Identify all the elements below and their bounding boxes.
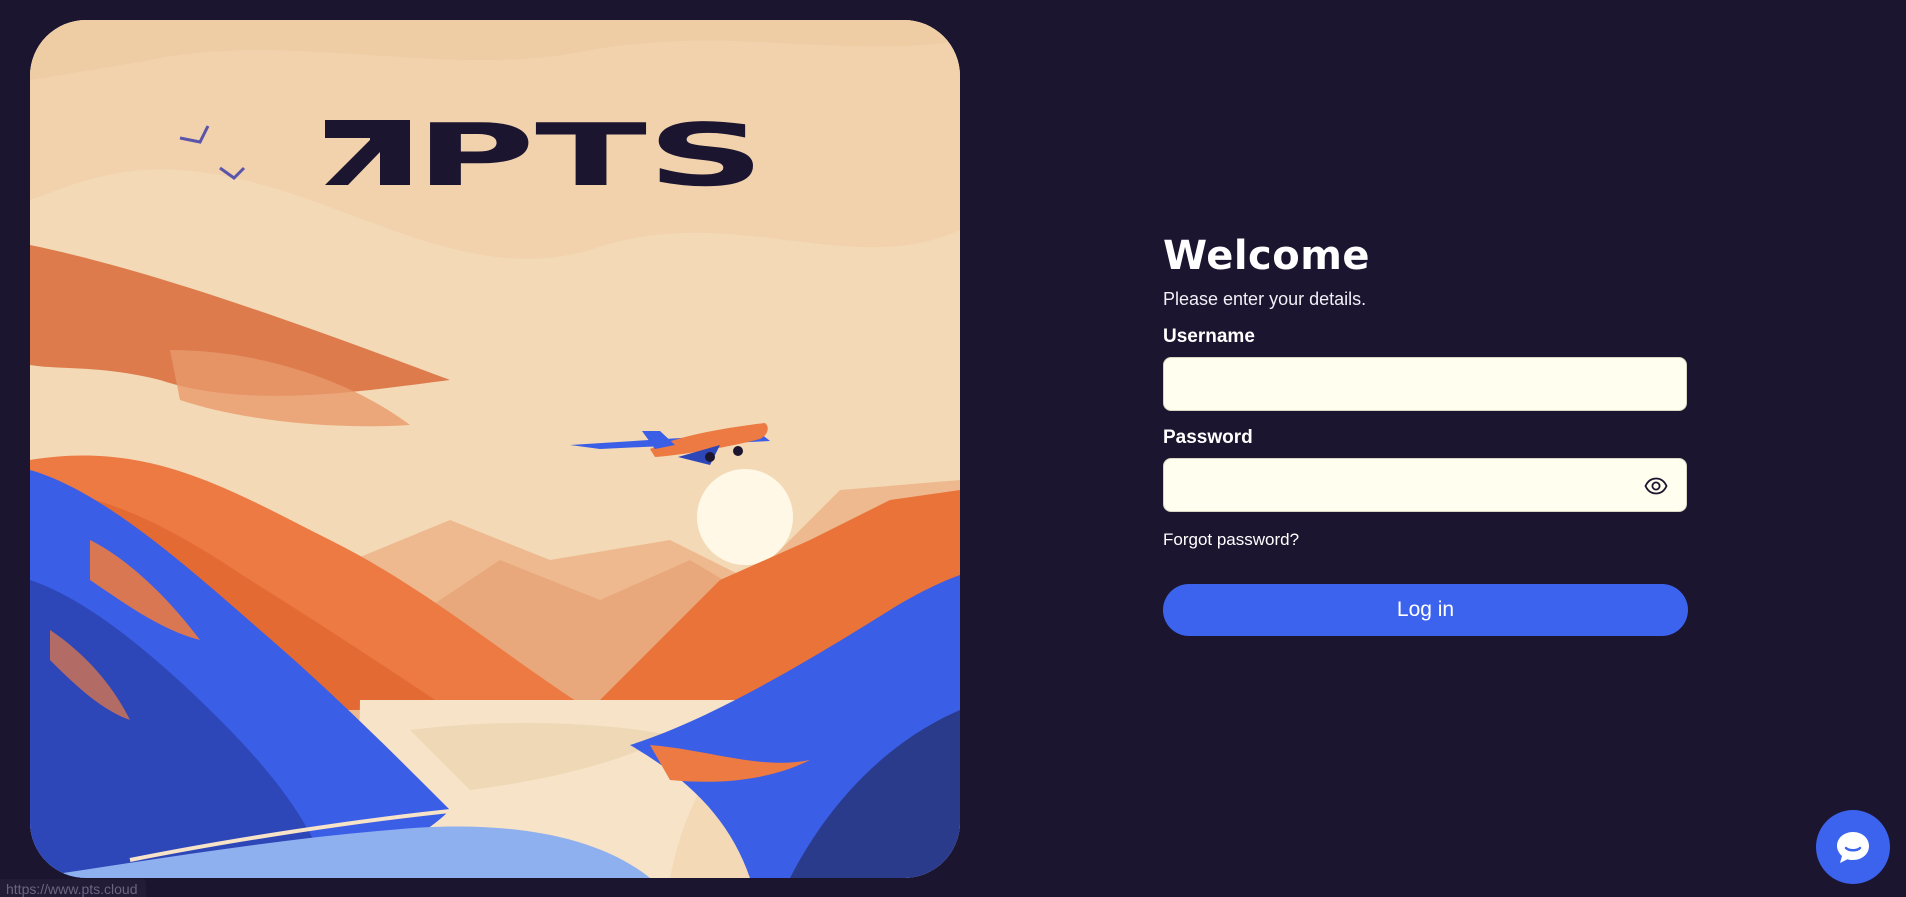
username-label: Username [1163,326,1255,347]
username-input[interactable] [1164,358,1686,410]
forgot-password-link[interactable]: Forgot password? [1163,530,1299,550]
username-field-wrapper [1163,357,1687,411]
login-subtitle: Please enter your details. [1163,289,1367,309]
chat-bubble-icon [1837,832,1869,863]
login-button[interactable]: Log in [1163,584,1688,636]
hero-illustration: PTS [30,20,960,878]
landscape-illustration: PTS [30,20,960,878]
svg-text:PTS: PTS [415,106,765,206]
login-form: Welcome Please enter your details. Usern… [1163,232,1688,636]
password-label: Password [1163,427,1253,448]
eye-icon[interactable] [1644,474,1668,498]
status-bar-url: https://www.pts.cloud [0,879,146,897]
chat-widget-button[interactable] [1816,810,1890,884]
password-field-wrapper [1163,458,1687,512]
password-input[interactable] [1164,459,1686,511]
page-title: Welcome [1163,233,1371,279]
